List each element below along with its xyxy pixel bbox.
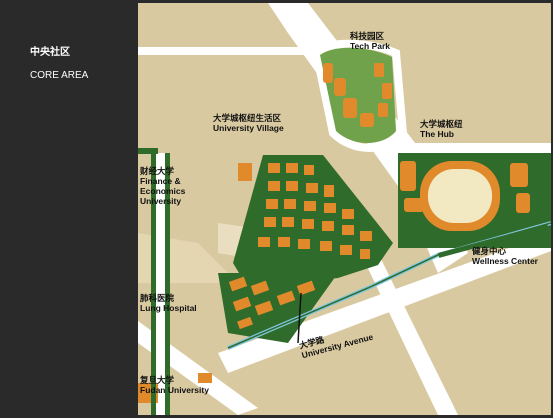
- tech-park-label-en: Tech Park: [350, 41, 391, 51]
- university-village-label-en: University Village: [213, 123, 284, 133]
- stadium-field: [428, 169, 492, 223]
- lung-label-en: Lung Hospital: [140, 303, 197, 313]
- finance-label-cn: 财经大学: [140, 166, 175, 176]
- tech-park-label: 科技园区 Tech Park: [350, 31, 390, 51]
- wellness-center-label: 健身中心 Wellness Center: [472, 246, 538, 266]
- finance-label-en-2: Economics: [140, 186, 186, 196]
- hub-label-cn: 大学城枢纽: [420, 119, 463, 129]
- finance-label-en-3: University: [140, 196, 182, 206]
- section-title-cn: 中央社区: [30, 47, 70, 58]
- university-village-label-cn: 大学城枢纽生活区: [213, 113, 282, 123]
- north-road: [138, 47, 323, 55]
- university-village-label: 大学城枢纽生活区 University Village: [213, 113, 284, 133]
- lung-hospital-label: 肺科医院 Lung Hospital: [140, 293, 197, 313]
- tech-park-label-cn: 科技园区: [350, 31, 385, 41]
- finance-label-en-1: Finance &: [140, 176, 181, 186]
- wellness-label-cn: 健身中心: [472, 246, 507, 256]
- section-title-en: CORE AREA: [30, 70, 89, 81]
- lung-label-cn: 肺科医院: [140, 293, 175, 303]
- fudan-label-en: Fudan University: [140, 385, 209, 395]
- hub-label: 大学城枢纽 The Hub: [420, 119, 463, 139]
- wellness-label-en: Wellness Center: [472, 256, 538, 266]
- master-plan-map: 科技园区 Tech Park 大学城枢纽生活区 University Villa…: [138, 3, 551, 415]
- finance-university-label: 财经大学 Finance & Economics University: [140, 166, 185, 206]
- fudan-label-cn: 复旦大学: [140, 375, 175, 385]
- map-drawing: [138, 3, 551, 415]
- sidebar: 中央社区 CORE AREA: [0, 0, 138, 418]
- fudan-university-label: 复旦大学 Fudan University: [140, 375, 209, 395]
- hub-label-en: The Hub: [420, 129, 454, 139]
